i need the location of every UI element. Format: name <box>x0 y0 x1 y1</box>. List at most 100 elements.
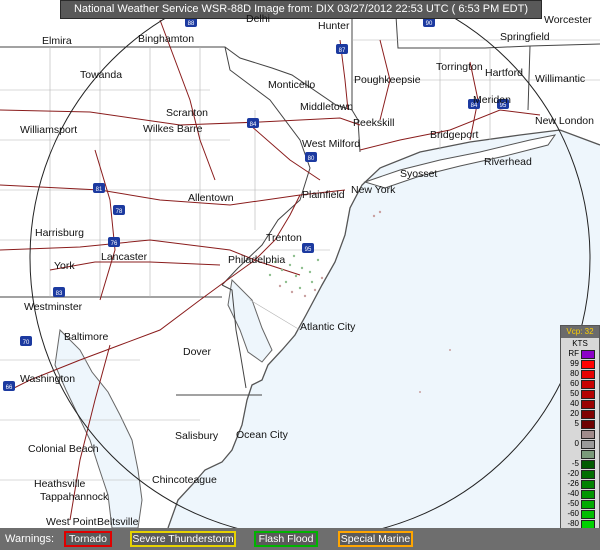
legend-value-label: -50 <box>567 499 579 508</box>
city-label: Worcester <box>544 14 592 26</box>
city-label: Monticello <box>268 79 316 91</box>
legend-row: 80 <box>561 369 599 379</box>
city-label: Towanda <box>80 69 123 81</box>
legend-color-swatch <box>581 349 595 359</box>
city-label: Riverhead <box>484 156 532 168</box>
velocity-legend: Vcp: 32 KTS RF 99 80 60 50 40 20 5 0 -5 -20 -26 -40-… <box>560 325 600 549</box>
city-label: Hunter <box>318 20 350 32</box>
city-label: Lancaster <box>101 251 148 263</box>
legend-units: KTS <box>572 339 588 348</box>
legend-row: 40 <box>561 399 599 409</box>
city-label: Peekskill <box>353 117 395 129</box>
city-label: Heathsville <box>34 478 86 490</box>
warnings-bar: Warnings: Tornado Severe Thunderstorm Fl… <box>0 528 600 550</box>
city-label: Willimantic <box>535 73 586 85</box>
city-label: West Point <box>46 516 97 528</box>
city-label: Washington <box>20 373 76 385</box>
svg-text:81: 81 <box>96 187 103 193</box>
city-label: Chincoteague <box>152 474 217 486</box>
legend-color-swatch <box>581 389 595 399</box>
legend-row: -50 <box>561 499 599 509</box>
legend-value-label: RF <box>568 349 579 358</box>
city-label: Trenton <box>266 232 302 244</box>
legend-row: 0 <box>561 439 599 449</box>
legend-value-label: 60 <box>570 379 579 388</box>
interstate-78-shield: 78 <box>113 205 125 215</box>
legend-color-swatch <box>581 379 595 389</box>
city-label: Plainfield <box>302 189 345 201</box>
legend-value-label: 99 <box>570 359 579 368</box>
svg-text:87: 87 <box>339 48 346 54</box>
city-label: Salisbury <box>175 430 219 442</box>
city-label: Allentown <box>188 192 234 204</box>
legend-color-swatch <box>581 479 595 489</box>
legend-row: -60 <box>561 509 599 519</box>
city-label: Middletown <box>300 101 354 113</box>
legend-row: RF <box>561 349 599 359</box>
legend-color-swatch <box>581 359 595 369</box>
svg-text:76: 76 <box>111 241 118 247</box>
city-label: York <box>54 260 75 272</box>
legend-value-label: 50 <box>570 389 579 398</box>
warnings-label: Warnings: <box>5 533 55 545</box>
city-label: Binghamton <box>138 33 195 45</box>
city-label: Tappahannock <box>40 491 109 503</box>
radar-map[interactable]: 88 90 87 84 84 80 95 81 78 76 83 70 95 6… <box>0 0 600 549</box>
city-label: Torrington <box>436 61 483 73</box>
legend-value-label: 5 <box>574 419 579 428</box>
legend-row: 5 <box>561 419 599 429</box>
legend-color-swatch <box>581 369 595 379</box>
city-label: Poughkeepsie <box>354 74 421 86</box>
interstate-95-shield-nj: 95 <box>302 243 314 253</box>
interstate-83-shield: 83 <box>53 287 65 297</box>
svg-text:84: 84 <box>250 122 257 128</box>
city-label: Westminster <box>24 301 83 313</box>
city-label: Beltsville <box>97 516 139 528</box>
legend-color-swatch <box>581 399 595 409</box>
legend-vcp-header: Vcp: 32 <box>561 326 599 338</box>
legend-color-swatch <box>581 509 595 519</box>
legend-row: -5 <box>561 459 599 469</box>
interstate-70-shield: 70 <box>20 336 32 346</box>
city-label: Ocean City <box>236 429 288 441</box>
legend-rows: RF99806050402050-5-20-26-40-50-60-80-99N… <box>561 349 599 549</box>
tornado-warning-button[interactable]: Tornado <box>64 531 112 547</box>
severe-thunderstorm-warning-button[interactable]: Severe Thunderstorm <box>130 531 236 547</box>
legend-row: -40 <box>561 489 599 499</box>
city-label: Philadelphia <box>228 254 286 266</box>
legend-color-swatch <box>581 429 595 439</box>
legend-color-swatch <box>581 499 595 509</box>
interstate-80-shield: 80 <box>305 152 317 162</box>
city-label: Meriden <box>473 94 511 106</box>
svg-text:70: 70 <box>23 340 30 346</box>
svg-text:88: 88 <box>188 21 195 27</box>
city-label: Scranton <box>166 107 209 119</box>
legend-row: -20 <box>561 469 599 479</box>
legend-color-swatch <box>581 419 595 429</box>
city-label: Springfield <box>500 31 550 43</box>
special-marine-warning-button[interactable]: Special Marine <box>338 531 413 547</box>
city-label: Hartford <box>485 67 523 79</box>
legend-row: 60 <box>561 379 599 389</box>
svg-text:83: 83 <box>56 291 63 297</box>
city-label: West Milford <box>302 138 361 150</box>
legend-color-swatch <box>581 449 595 459</box>
city-label: Atlantic City <box>300 321 356 333</box>
city-label: Elmira <box>42 35 72 47</box>
svg-text:66: 66 <box>6 385 13 391</box>
city-label: New York <box>351 184 396 196</box>
city-label: Williamsport <box>20 124 78 136</box>
legend-value-label: 20 <box>570 409 579 418</box>
svg-text:95: 95 <box>305 247 312 253</box>
svg-text:78: 78 <box>116 209 123 215</box>
interstate-81-shield: 81 <box>93 183 105 193</box>
interstate-66-shield: 66 <box>3 381 15 391</box>
legend-color-swatch <box>581 489 595 499</box>
legend-color-swatch <box>581 469 595 479</box>
legend-row: 99 <box>561 359 599 369</box>
flash-flood-warning-button[interactable]: Flash Flood <box>254 531 318 547</box>
svg-text:80: 80 <box>308 156 315 162</box>
interstate-87-shield: 87 <box>336 44 348 54</box>
legend-value-label: -26 <box>567 479 579 488</box>
svg-text:90: 90 <box>426 21 433 27</box>
